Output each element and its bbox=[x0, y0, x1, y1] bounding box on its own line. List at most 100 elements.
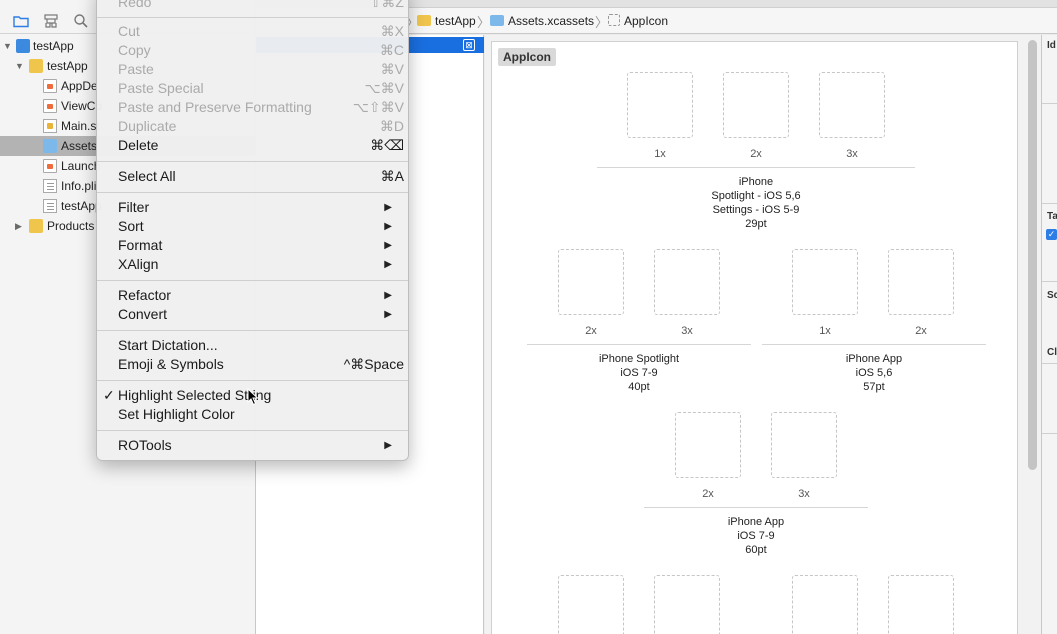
menu-item-shortcut: ⌘V bbox=[380, 61, 404, 77]
scale-label: 1x bbox=[819, 325, 831, 337]
icon-slot[interactable] bbox=[723, 72, 789, 138]
menu-item-cut[interactable]: Cut ⌘X bbox=[97, 22, 408, 41]
menu-item-refactor[interactable]: Refactor ▶ bbox=[97, 286, 408, 305]
menu-item-label: Select All bbox=[118, 168, 176, 184]
menu-item-shortcut: ⌘X bbox=[380, 23, 404, 39]
scale-label: 2x bbox=[702, 488, 714, 500]
entitlements-file-icon bbox=[43, 199, 57, 213]
icon-slot[interactable] bbox=[558, 249, 624, 315]
menu-separator bbox=[97, 330, 408, 331]
breadcrumb-assets[interactable]: Assets.xcassets bbox=[490, 13, 594, 29]
checkbox-checked-icon[interactable]: ✓ bbox=[1046, 229, 1057, 240]
icon-slot[interactable] bbox=[654, 249, 720, 315]
chevron-right-icon: 〉 bbox=[477, 15, 491, 30]
menu-item-format[interactable]: Format ▶ bbox=[97, 236, 408, 255]
menu-item-redo[interactable]: Redo ⇧⌘Z bbox=[97, 0, 408, 12]
menu-separator bbox=[97, 380, 408, 381]
submenu-arrow-icon: ▶ bbox=[384, 440, 392, 451]
menu-item-shortcut: ^⌘Space bbox=[343, 356, 404, 372]
inspector-divider bbox=[1042, 363, 1057, 364]
breadcrumb-project[interactable]: testApp bbox=[417, 13, 476, 29]
menu-item-rotools[interactable]: ROTools ▶ bbox=[97, 436, 408, 455]
scale-label: 3x bbox=[798, 488, 810, 500]
caption-line: Settings - iOS 5-9 bbox=[712, 204, 800, 216]
submenu-arrow-icon: ▶ bbox=[384, 221, 392, 232]
menu-item-sort[interactable]: Sort ▶ bbox=[97, 217, 408, 236]
caption-line: iPhone App bbox=[727, 516, 785, 528]
icon-slot[interactable] bbox=[888, 575, 954, 634]
menu-item-filter[interactable]: Filter ▶ bbox=[97, 198, 408, 217]
folder-icon bbox=[29, 219, 43, 233]
menu-item-set-highlight-color[interactable]: Set Highlight Color bbox=[97, 405, 408, 424]
menu-item-start-dictation[interactable]: Start Dictation... bbox=[97, 336, 408, 355]
folder-icon bbox=[417, 15, 431, 26]
inspector-panel: Id Ta ✓ Sc Cl bbox=[1041, 35, 1057, 634]
icon-slot[interactable] bbox=[558, 575, 624, 634]
menu-item-select-all[interactable]: Select All ⌘A bbox=[97, 167, 408, 186]
icon-slot[interactable] bbox=[792, 249, 858, 315]
icon-slot[interactable] bbox=[792, 575, 858, 634]
submenu-arrow-icon: ▶ bbox=[384, 240, 392, 251]
menu-item-paste-special[interactable]: Paste Special ⌥⌘V bbox=[97, 79, 408, 98]
menu-item-paste[interactable]: Paste ⌘V bbox=[97, 60, 408, 79]
menu-item-label: Emoji & Symbols bbox=[118, 356, 224, 372]
group-divider bbox=[762, 344, 986, 345]
scale-label: 1x bbox=[654, 148, 666, 160]
icon-slot[interactable] bbox=[771, 412, 837, 478]
icon-slot[interactable] bbox=[654, 575, 720, 634]
menu-item-xalign[interactable]: XAlign ▶ bbox=[97, 255, 408, 274]
caption-line: 29pt bbox=[745, 218, 767, 230]
scale-label: 3x bbox=[681, 325, 693, 337]
tree-item-label: Assets bbox=[61, 139, 98, 153]
tree-item-label: testApp bbox=[47, 59, 88, 73]
menu-separator bbox=[97, 17, 408, 18]
menu-item-label: Copy bbox=[118, 42, 151, 58]
icon-slot[interactable] bbox=[675, 412, 741, 478]
menu-item-emoji-symbols[interactable]: Emoji & Symbols ^⌘Space bbox=[97, 355, 408, 374]
app-icon-set-icon bbox=[608, 14, 620, 26]
menu-item-paste-preserve-formatting[interactable]: Paste and Preserve Formatting ⌥⇧⌘V bbox=[97, 98, 408, 117]
symbol-navigator-icon[interactable] bbox=[42, 12, 60, 30]
disclosure-open-icon[interactable]: ▼ bbox=[15, 56, 27, 76]
breadcrumb-appicon[interactable]: AppIcon bbox=[608, 13, 668, 29]
icon-slot[interactable] bbox=[888, 249, 954, 315]
breadcrumb-label: testApp bbox=[435, 14, 476, 28]
menu-item-convert[interactable]: Convert ▶ bbox=[97, 305, 408, 324]
icon-slot[interactable] bbox=[819, 72, 885, 138]
menu-item-label: Redo bbox=[118, 0, 152, 10]
menu-item-delete[interactable]: Delete ⌘⌫ bbox=[97, 136, 408, 155]
menu-item-label: Set Highlight Color bbox=[118, 406, 235, 422]
vertical-scrollbar[interactable] bbox=[1028, 40, 1037, 470]
menu-item-shortcut: ⌘D bbox=[379, 118, 404, 134]
inspector-section-label: Ta bbox=[1047, 211, 1057, 222]
menu-item-label: Convert bbox=[118, 306, 168, 322]
menu-separator bbox=[97, 161, 408, 162]
group-divider bbox=[597, 167, 915, 168]
menu-item-copy[interactable]: Copy ⌘C bbox=[97, 41, 408, 60]
caption-line: Spotlight - iOS 5,6 bbox=[711, 190, 801, 202]
caption-line: iOS 5,6 bbox=[855, 367, 893, 379]
scale-label: 2x bbox=[915, 325, 927, 337]
menu-item-label: Cut bbox=[118, 23, 140, 39]
inspector-divider bbox=[1042, 203, 1057, 204]
app-icon-badge-icon: ⊠ bbox=[463, 39, 475, 51]
project-icon bbox=[16, 39, 30, 53]
asset-catalog-icon bbox=[490, 15, 504, 26]
storyboard-file-icon bbox=[43, 159, 57, 173]
menu-item-duplicate[interactable]: Duplicate ⌘D bbox=[97, 117, 408, 136]
icon-slot[interactable] bbox=[627, 72, 693, 138]
menu-separator bbox=[97, 430, 408, 431]
scale-label: 3x bbox=[846, 148, 858, 160]
inspector-section-label: Id bbox=[1047, 40, 1056, 51]
folder-navigator-icon[interactable] bbox=[12, 12, 30, 30]
asset-set-title[interactable]: AppIcon bbox=[498, 48, 556, 66]
tree-item-label: Info.pli bbox=[61, 179, 97, 193]
search-icon[interactable] bbox=[72, 12, 90, 30]
menu-item-label: Paste Special bbox=[118, 80, 204, 96]
disclosure-open-icon[interactable]: ▼ bbox=[3, 36, 15, 56]
group-divider bbox=[644, 507, 868, 508]
menu-item-label: Filter bbox=[118, 199, 150, 215]
inspector-section-label: Sc bbox=[1047, 290, 1057, 301]
inspector-section-label: Cl bbox=[1047, 347, 1057, 358]
disclosure-closed-icon[interactable]: ▶ bbox=[15, 216, 27, 236]
